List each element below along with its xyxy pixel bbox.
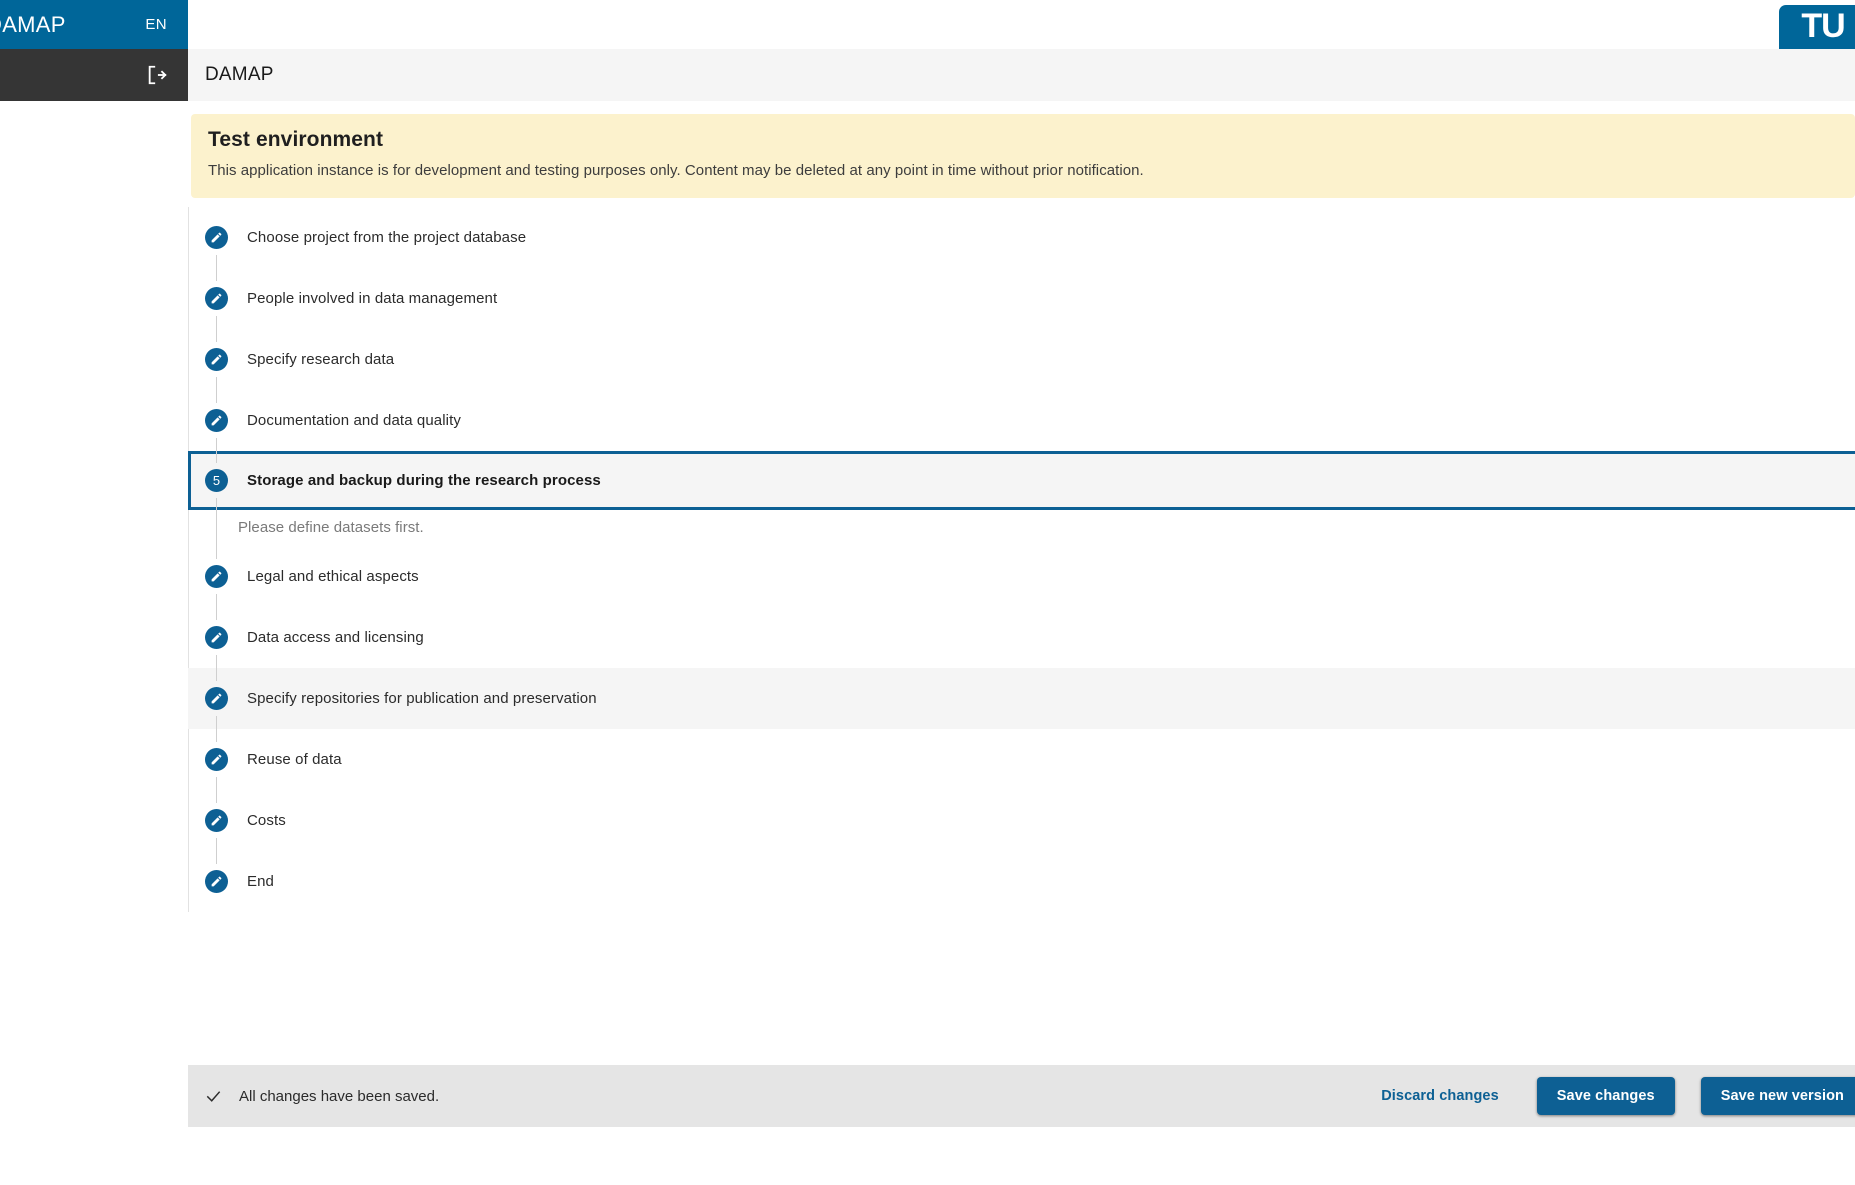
save-changes-button[interactable]: Save changes <box>1536 1077 1675 1115</box>
pencil-icon <box>205 565 228 588</box>
content-area: Test environment This application instan… <box>188 101 1855 1185</box>
step-connector-line <box>216 655 217 681</box>
step-item-2[interactable]: People involved in data management <box>188 268 1855 329</box>
test-environment-banner: Test environment This application instan… <box>191 114 1855 198</box>
step-connector-line <box>216 777 217 803</box>
step-item-label: Storage and backup during the research p… <box>247 472 601 489</box>
step-connector-line <box>216 716 217 742</box>
language-switcher[interactable]: EN <box>145 16 167 33</box>
pencil-icon <box>205 409 228 432</box>
app-subheader: DAMAP <box>188 49 1855 101</box>
sidebar-user-bar <box>0 49 188 101</box>
step-item-label: End <box>247 873 274 890</box>
step-item-label: Specify repositories for publication and… <box>247 690 597 707</box>
step-list: Choose project from the project database… <box>188 207 1855 912</box>
sidebar-navigation-area <box>0 101 188 1185</box>
banner-title: Test environment <box>208 128 384 151</box>
pencil-icon <box>205 226 228 249</box>
pencil-icon <box>205 626 228 649</box>
save-status-text: All changes have been saved. <box>239 1087 440 1105</box>
step-item-8[interactable]: Specify repositories for publication and… <box>188 668 1855 729</box>
step-number-text: 5 <box>212 473 221 488</box>
step-item-label: Reuse of data <box>247 751 342 768</box>
step-item-1[interactable]: Choose project from the project database <box>188 207 1855 268</box>
step-item-label: Documentation and data quality <box>247 412 461 429</box>
pencil-icon <box>205 809 228 832</box>
step-item-5[interactable]: 5 Storage and backup during the research … <box>188 451 1855 510</box>
step-item-label: Choose project from the project database <box>247 229 527 246</box>
step-connector-line <box>216 377 217 403</box>
step-item-11[interactable]: End <box>188 851 1855 912</box>
step-item-10[interactable]: Costs <box>188 790 1855 851</box>
page-title: DAMAP <box>205 64 274 85</box>
step-connector-line <box>216 594 217 620</box>
sidebar-brand-bar: DAMAP EN <box>0 0 188 49</box>
step-item-6[interactable]: Legal and ethical aspects <box>188 546 1855 607</box>
tu-wien-logo-primary: TU <box>1801 7 1845 45</box>
step-item-4[interactable]: Documentation and data quality <box>188 390 1855 451</box>
sidebar: DAMAP EN <box>0 0 188 1185</box>
step-item-3[interactable]: Specify research data <box>188 329 1855 390</box>
discard-changes-button[interactable]: Discard changes <box>1367 1078 1513 1114</box>
step-connector-line <box>216 838 217 864</box>
step-number-badge: 5 <box>205 469 228 492</box>
step-item-9[interactable]: Reuse of data <box>188 729 1855 790</box>
check-icon <box>205 1088 239 1105</box>
step-item-label: People involved in data management <box>247 290 498 307</box>
step-item-label: Legal and ethical aspects <box>247 568 419 585</box>
banner-description: This application instance is for develop… <box>208 162 1144 179</box>
save-status: All changes have been saved. <box>205 1088 439 1105</box>
top-header-bar: TU WIEN <box>188 0 1855 71</box>
step-item-note: Please define datasets first. <box>238 519 424 536</box>
step-connector-line <box>216 255 217 281</box>
step-connector-line <box>216 316 217 342</box>
save-new-version-button[interactable]: Save new version <box>1700 1077 1855 1115</box>
pencil-icon <box>205 348 228 371</box>
step-connector-line <box>216 438 217 463</box>
main-area: TU WIEN DAMAP Test environment This appl… <box>188 0 1855 1185</box>
application-window: DAMAP EN TU WIEN DAMAP <box>0 0 1855 1185</box>
step-item-7[interactable]: Data access and licensing <box>188 607 1855 668</box>
step-item-label: Costs <box>247 812 286 829</box>
step-item-label: Specify research data <box>247 351 395 368</box>
pencil-icon <box>205 687 228 710</box>
logout-icon[interactable] <box>146 64 168 86</box>
brand-logo-text: DAMAP <box>0 11 66 37</box>
pencil-icon <box>205 287 228 310</box>
pencil-icon <box>205 870 228 893</box>
step-connector-line <box>216 498 217 559</box>
pencil-icon <box>205 748 228 771</box>
step-item-label: Data access and licensing <box>247 629 424 646</box>
save-action-bar: All changes have been saved. Discard cha… <box>188 1065 1855 1127</box>
